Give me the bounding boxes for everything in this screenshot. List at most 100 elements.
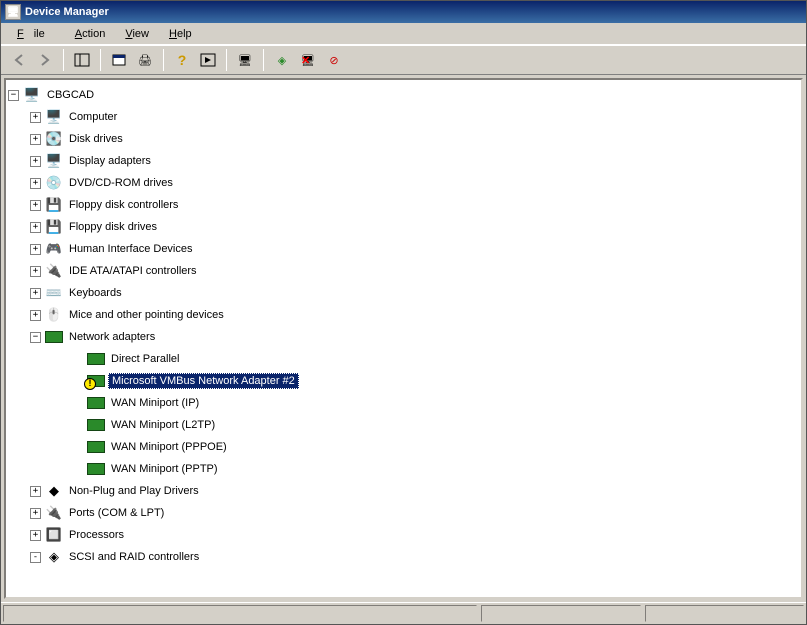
category-label[interactable]: Network adapters [66, 330, 158, 344]
tree-device-item[interactable]: WAN Miniport (PPTP) [72, 458, 799, 480]
menubar: File Action View Help [1, 23, 806, 45]
update-driver-button[interactable]: ◈ [270, 48, 294, 72]
expander-icon[interactable]: + [30, 222, 41, 233]
status-panel-3 [645, 605, 804, 622]
device-label[interactable]: WAN Miniport (IP) [108, 396, 202, 410]
category-label[interactable]: Human Interface Devices [66, 242, 196, 256]
device-label[interactable]: Direct Parallel [108, 352, 182, 366]
disable-button[interactable]: ⊘ [322, 48, 346, 72]
disk-icon: 💽 [45, 131, 63, 147]
print-button[interactable]: 🖨 [133, 48, 157, 72]
category-label[interactable]: SCSI and RAID controllers [66, 550, 202, 564]
expander-icon[interactable]: + [30, 134, 41, 145]
expander-icon[interactable]: + [30, 200, 41, 211]
show-hidden-button[interactable] [196, 48, 220, 72]
device-label[interactable]: WAN Miniport (PPPOE) [108, 440, 230, 454]
help-button[interactable]: ? [170, 48, 194, 72]
tree-category-mouse[interactable]: +🖱️Mice and other pointing devices [30, 304, 799, 326]
expander-icon[interactable]: + [30, 112, 41, 123]
expander-icon[interactable]: − [8, 90, 19, 101]
expander-icon[interactable]: + [30, 244, 41, 255]
expander-icon[interactable]: + [30, 266, 41, 277]
expander-icon[interactable]: + [30, 486, 41, 497]
scan-button[interactable]: 🖥 [233, 48, 257, 72]
device-tree[interactable]: − 🖥️ CBGCAD +🖥️Computer+💽Disk drives+🖥️D… [8, 84, 799, 568]
tree-device-item[interactable]: WAN Miniport (PPPOE) [72, 436, 799, 458]
tree-category-floppyctrl[interactable]: +💾Floppy disk controllers [30, 194, 799, 216]
toolbar-separator [163, 49, 164, 71]
device-label[interactable]: WAN Miniport (L2TP) [108, 418, 218, 432]
expander-icon[interactable]: + [30, 310, 41, 321]
menu-file[interactable]: File [7, 26, 65, 42]
scsi-icon: ◈ [45, 549, 63, 565]
expander-icon[interactable]: - [30, 552, 41, 563]
tree-category-scsi[interactable]: -◈SCSI and RAID controllers [30, 546, 799, 568]
root-label[interactable]: CBGCAD [44, 88, 97, 102]
tree-category-hid[interactable]: + 🎮Human Interface Devices [30, 238, 799, 260]
dvd-icon: 💿 [45, 175, 63, 191]
expander-icon[interactable]: + [30, 178, 41, 189]
toolbar-separator [63, 49, 64, 71]
expander-icon[interactable]: + [30, 288, 41, 299]
titlebar[interactable]: 🖥 Device Manager [1, 1, 806, 23]
menu-action[interactable]: Action [65, 26, 116, 42]
tree-category-cpu[interactable]: + 🔲Processors [30, 524, 799, 546]
app-icon: 🖥 [5, 4, 21, 20]
tree-category-network[interactable]: − Network adapters Direct Parallel Microsof… [30, 326, 799, 480]
category-label[interactable]: Display adapters [66, 154, 154, 168]
device-manager-window: 🖥 Device Manager File Action View Help 🖨… [0, 0, 807, 625]
show-tree-button[interactable] [70, 48, 94, 72]
tree-category-ide[interactable]: + 🔌IDE ATA/ATAPI controllers [30, 260, 799, 282]
category-label[interactable]: Floppy disk controllers [66, 198, 181, 212]
properties-button[interactable] [107, 48, 131, 72]
category-label[interactable]: Disk drives [66, 132, 126, 146]
hid-icon: 🎮 [45, 241, 63, 257]
device-tree-panel[interactable]: − 🖥️ CBGCAD +🖥️Computer+💽Disk drives+🖥️D… [4, 78, 803, 599]
tree-category-nonpnp[interactable]: +◆Non-Plug and Play Drivers [30, 480, 799, 502]
tree-category-dvd[interactable]: + 💿DVD/CD-ROM drives [30, 172, 799, 194]
category-label[interactable]: Processors [66, 528, 127, 542]
keyboard-icon: ⌨️ [45, 285, 63, 301]
toolbar: 🖨 ? 🖥 ◈ 🖥✕ ⊘ [1, 45, 806, 75]
device-label[interactable]: WAN Miniport (PPTP) [108, 462, 221, 476]
forward-button[interactable] [33, 48, 57, 72]
tree-category-floppy[interactable]: + 💾Floppy disk drives [30, 216, 799, 238]
expander-icon[interactable]: − [30, 332, 41, 343]
tree-root[interactable]: − 🖥️ CBGCAD +🖥️Computer+💽Disk drives+🖥️D… [8, 84, 799, 568]
statusbar [1, 602, 806, 624]
tree-device-item[interactable]: WAN Miniport (L2TP) [72, 414, 799, 436]
ports-icon: 🔌 [45, 505, 63, 521]
uninstall-button[interactable]: 🖥✕ [296, 48, 320, 72]
category-label[interactable]: Computer [66, 110, 120, 124]
category-label[interactable]: DVD/CD-ROM drives [66, 176, 176, 190]
toolbar-separator [100, 49, 101, 71]
expander-icon[interactable]: + [30, 156, 41, 167]
cpu-icon: 🔲 [45, 527, 63, 543]
tree-category-display[interactable]: + 🖥️Display adapters [30, 150, 799, 172]
display-icon: 🖥️ [45, 153, 63, 169]
tree-category-disk[interactable]: + 💽Disk drives [30, 128, 799, 150]
network-adapter-warning-icon [87, 373, 105, 389]
back-button[interactable] [7, 48, 31, 72]
category-label[interactable]: IDE ATA/ATAPI controllers [66, 264, 200, 278]
ide-icon: 🔌 [45, 263, 63, 279]
menu-view[interactable]: View [115, 26, 159, 42]
tree-category-ports[interactable]: + 🔌Ports (COM & LPT) [30, 502, 799, 524]
network-adapter-icon [87, 461, 105, 477]
expander-icon[interactable]: + [30, 508, 41, 519]
menu-help[interactable]: Help [159, 26, 202, 42]
device-label[interactable]: Microsoft VMBus Network Adapter #2 [108, 373, 299, 389]
tree-category-computer[interactable]: +🖥️Computer [30, 106, 799, 128]
expander-icon[interactable]: + [30, 530, 41, 541]
tree-category-keyboard[interactable]: + ⌨️Keyboards [30, 282, 799, 304]
floppy-icon: 💾 [45, 219, 63, 235]
category-label[interactable]: Keyboards [66, 286, 125, 300]
tree-device-item[interactable]: WAN Miniport (IP) [72, 392, 799, 414]
tree-device-item[interactable]: Microsoft VMBus Network Adapter #2 [72, 370, 799, 392]
category-label[interactable]: Non-Plug and Play Drivers [66, 484, 202, 498]
category-label[interactable]: Mice and other pointing devices [66, 308, 227, 322]
network-icon [45, 329, 63, 345]
category-label[interactable]: Ports (COM & LPT) [66, 506, 167, 520]
tree-device-item[interactable]: Direct Parallel [72, 348, 799, 370]
category-label[interactable]: Floppy disk drives [66, 220, 160, 234]
